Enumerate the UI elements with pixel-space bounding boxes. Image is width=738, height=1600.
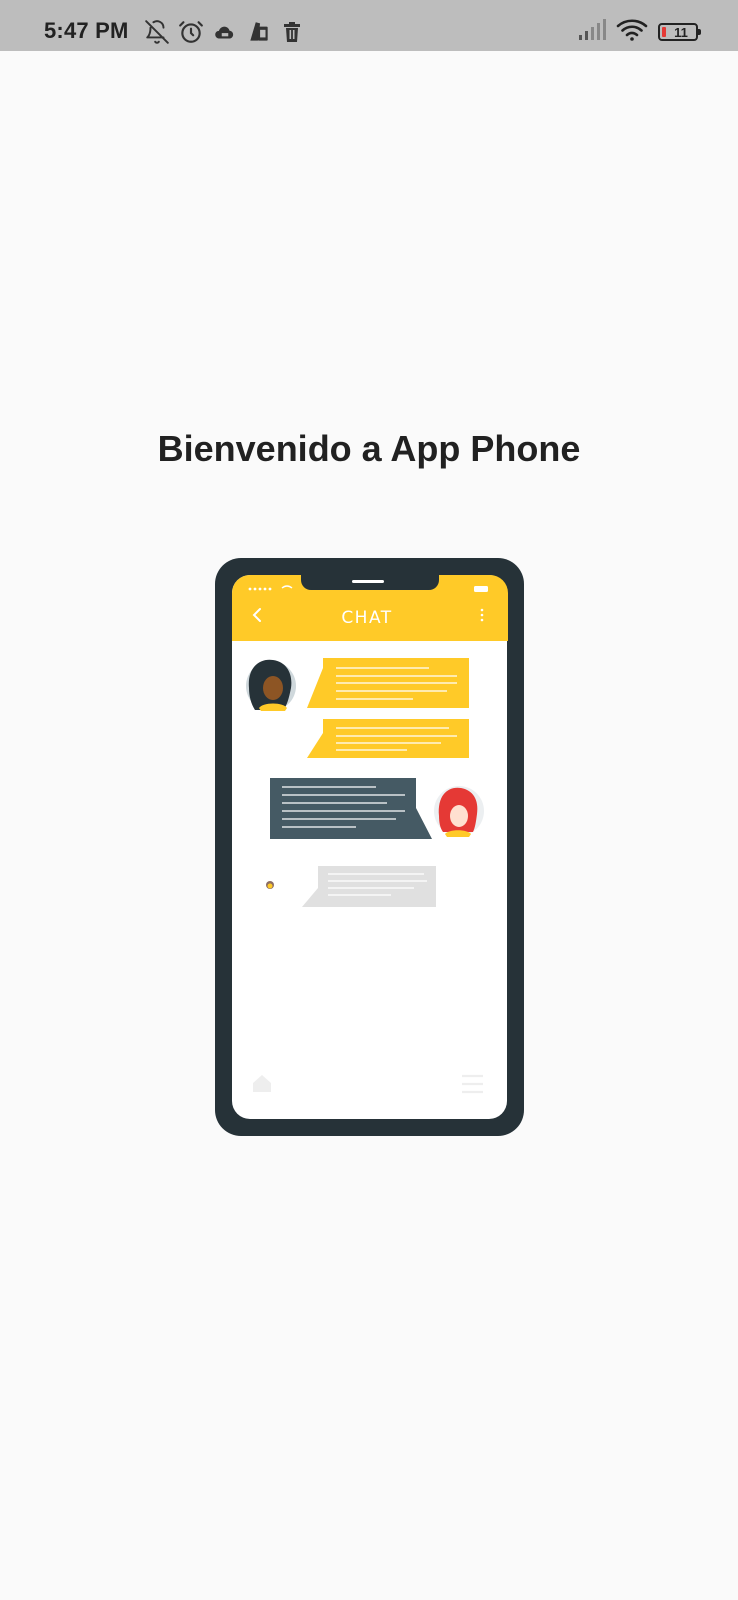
- status-bar: 5:47 PM 11: [0, 0, 738, 51]
- cloud-app-icon: [212, 19, 238, 45]
- chat-phone-illustration: CHAT: [215, 558, 524, 1138]
- alarm-icon: [178, 19, 204, 45]
- message-bubble-yellow-1: [307, 658, 469, 708]
- battery-level: 11: [674, 24, 688, 40]
- battery-icon: 11: [658, 23, 701, 41]
- phone-screen: [232, 575, 507, 1119]
- message-bubble-yellow-2: [307, 719, 469, 758]
- message-bubble-dark: [270, 778, 432, 839]
- page-title: Bienvenido a App Phone: [157, 428, 581, 469]
- more-vert-icon: [480, 608, 484, 622]
- bell-off-icon: [144, 19, 170, 45]
- bag-app-icon: [246, 19, 272, 45]
- status-time: 5:47 PM: [44, 18, 129, 43]
- wifi-icon: [616, 18, 648, 47]
- system-icons: 11: [578, 18, 701, 47]
- chat-title: CHAT: [341, 608, 392, 628]
- trash-icon: [280, 20, 304, 44]
- avatar-small: [266, 881, 274, 889]
- notification-icons: [144, 19, 304, 45]
- message-bubble-light: [302, 866, 436, 907]
- signal-icon: [578, 18, 606, 46]
